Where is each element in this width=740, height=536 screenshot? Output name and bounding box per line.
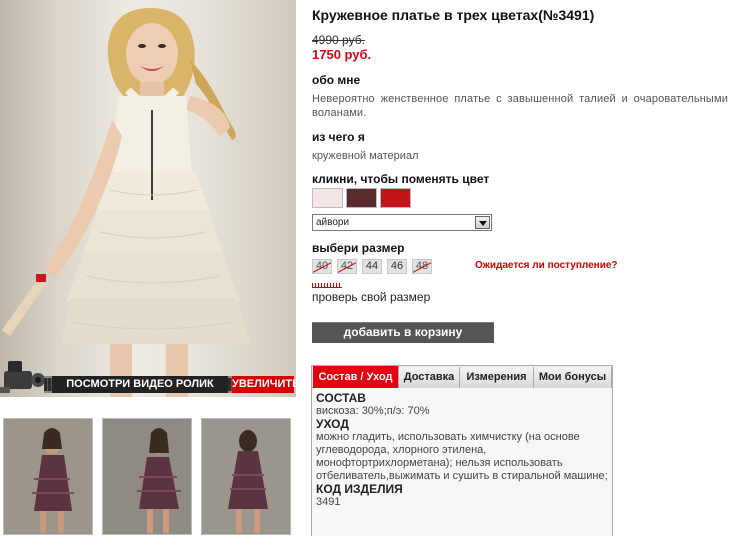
thumbnail-image xyxy=(4,419,92,534)
size-heading: выбери размер xyxy=(312,241,405,255)
about-heading: обо мне xyxy=(312,73,361,87)
tab-measurements[interactable]: Измерения xyxy=(460,367,534,388)
watch-video-button[interactable]: ПОСМОТРИ ВИДЕО РОЛИК xyxy=(52,376,228,393)
care-text: можно гладить, использовать химчистку (н… xyxy=(316,431,608,482)
color-swatch-red[interactable] xyxy=(380,188,411,208)
size-option-48[interactable]: 48 xyxy=(412,259,432,274)
color-swatch-ivory[interactable] xyxy=(312,188,343,208)
thumbnail-2[interactable] xyxy=(102,418,192,535)
add-to-cart-button[interactable]: добавить в корзину xyxy=(312,322,494,343)
color-swatch-burgundy[interactable] xyxy=(346,188,377,208)
product-code-heading: КОД ИЗДЕЛИЯ xyxy=(316,482,403,496)
tab-bonuses[interactable]: Мои бонусы xyxy=(534,367,612,388)
color-select-value: айвори xyxy=(316,217,350,228)
video-bar: ПОСМОТРИ ВИДЕО РОЛИК УВЕЛИЧИТЬ xyxy=(0,357,296,395)
color-heading: кликни, чтобы поменять цвет xyxy=(312,172,490,186)
product-photo[interactable]: ПОСМОТРИ ВИДЕО РОЛИК УВЕЛИЧИТЬ xyxy=(0,0,296,397)
thumbnail-image xyxy=(202,419,290,534)
size-option-44[interactable]: 44 xyxy=(362,259,382,274)
check-size-link[interactable]: проверь свой размер xyxy=(312,290,430,304)
composition-heading: СОСТАВ xyxy=(316,391,366,405)
tab-delivery[interactable]: Доставка xyxy=(399,367,460,388)
model-illustration xyxy=(2,8,250,397)
color-select[interactable]: айвори xyxy=(312,214,492,231)
chevron-down-icon[interactable] xyxy=(475,216,490,229)
zoom-button[interactable]: УВЕЛИЧИТЬ xyxy=(232,376,296,393)
thumbnail-image xyxy=(103,419,191,534)
about-text: Невероятно женственное платье с завышенн… xyxy=(312,93,728,119)
ruler-icon[interactable] xyxy=(312,283,342,288)
size-option-40[interactable]: 40 xyxy=(312,259,332,274)
care-heading: УХОД xyxy=(316,417,349,431)
waiting-link[interactable]: Ожидается ли поступление? xyxy=(475,260,618,271)
tab-content: СОСТАВ вискоза: 30%;п/э: 70% УХОД можно … xyxy=(316,392,608,509)
old-price: 4990 руб. xyxy=(312,33,365,47)
tab-bar: Состав / Уход Доставка Измерения Мои бон… xyxy=(312,366,612,388)
info-tabs: Состав / Уход Доставка Измерения Мои бон… xyxy=(311,365,613,536)
thumbnail-1[interactable] xyxy=(3,418,93,535)
sale-price: 1750 руб. xyxy=(312,47,372,62)
material-heading: из чего я xyxy=(312,130,365,144)
video-camera-icon[interactable] xyxy=(0,357,46,395)
material-text: кружевной материал xyxy=(312,150,419,162)
size-option-46[interactable]: 46 xyxy=(387,259,407,274)
product-code: 3491 xyxy=(316,496,341,508)
size-option-42[interactable]: 42 xyxy=(337,259,357,274)
thumbnail-3[interactable] xyxy=(201,418,291,535)
tab-composition-care[interactable]: Состав / Уход xyxy=(313,366,399,388)
composition-text: вискоза: 30%;п/э: 70% xyxy=(316,405,430,417)
product-title: Кружевное платье в трех цветах(№3491) xyxy=(312,7,595,23)
